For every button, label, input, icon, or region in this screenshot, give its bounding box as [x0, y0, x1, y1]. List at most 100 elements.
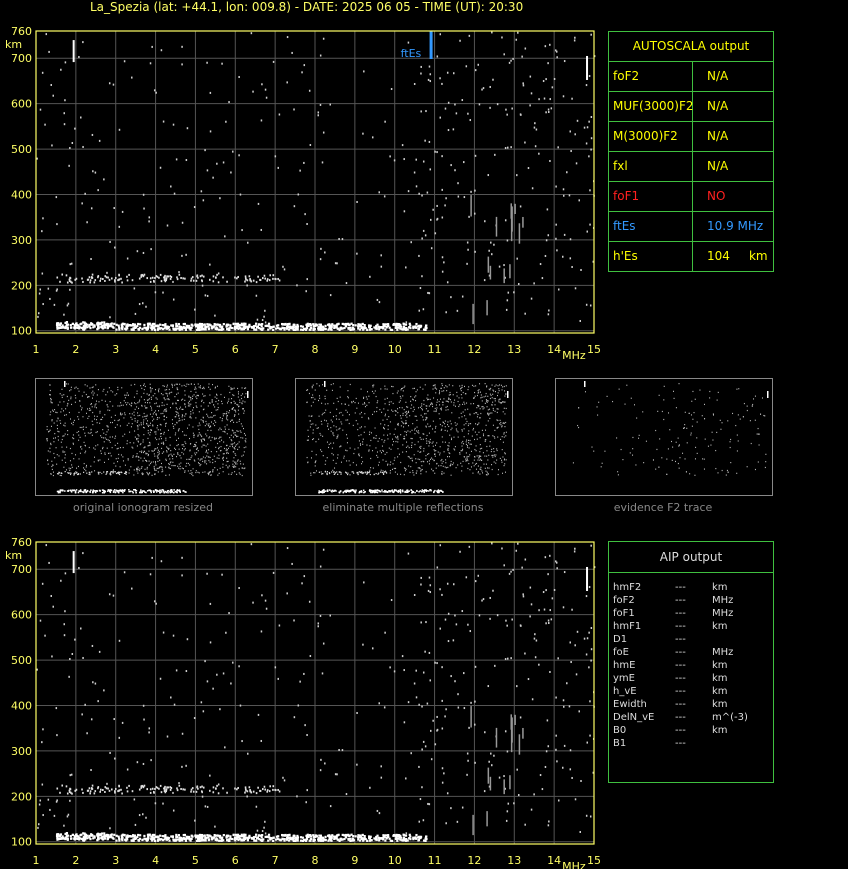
noise-point	[491, 253, 493, 256]
thumb-noise	[202, 444, 204, 446]
thumb-es-trace	[135, 491, 137, 494]
noise-point	[538, 152, 540, 155]
thumb-noise	[674, 460, 676, 463]
noise-point	[155, 602, 157, 605]
thumb-noise	[439, 446, 441, 448]
thumb-noise	[208, 459, 210, 462]
thumb-noise	[638, 434, 640, 436]
thumb-noise	[180, 457, 182, 459]
thumb-noise	[334, 472, 336, 474]
thumb-es-trace	[58, 490, 60, 493]
noise-point	[441, 82, 443, 85]
thumb-noise	[176, 408, 178, 410]
thumb-noise	[318, 399, 320, 402]
thumb-noise	[80, 409, 82, 411]
thumb-noise	[411, 446, 413, 449]
noise-point	[583, 637, 586, 640]
thumb-es-trace	[328, 489, 331, 491]
noise-point	[463, 161, 465, 164]
es-trace-point	[111, 325, 114, 328]
thumb-noise	[143, 384, 145, 387]
thumb-noise	[411, 442, 413, 444]
es-trace-point	[232, 322, 235, 325]
thumb-noise	[172, 403, 174, 405]
f-trace-point	[252, 279, 255, 282]
noise-point	[39, 799, 42, 802]
thumb-noise	[736, 388, 738, 390]
thumb-noise	[306, 401, 308, 403]
f-trace-point	[91, 273, 94, 276]
noise-point	[562, 699, 565, 702]
thumb-noise	[457, 400, 459, 403]
thumb-noise	[160, 435, 162, 438]
thumb-noise	[182, 408, 184, 411]
noise-point	[474, 761, 476, 764]
thumb-noise	[332, 432, 334, 434]
thumb-noise	[128, 422, 130, 424]
thumb-noise	[463, 443, 465, 445]
thumb-noise	[324, 419, 326, 421]
thumb-noise	[578, 407, 580, 409]
thumb-noise	[104, 437, 106, 439]
thumb-noise	[362, 441, 364, 443]
thumb-noise	[449, 452, 451, 455]
noise-point	[544, 765, 547, 768]
thumb-noise	[431, 403, 433, 405]
thumb-noise	[463, 436, 465, 438]
thumb-noise	[470, 450, 472, 452]
thumb-noise	[505, 385, 507, 387]
thumb-noise	[71, 452, 73, 455]
thumb-noise	[419, 406, 421, 408]
thumb-noise	[412, 387, 414, 390]
noise-point	[162, 631, 165, 634]
thumb-noise	[233, 451, 235, 453]
noise-point	[317, 111, 320, 114]
thumb-noise	[75, 471, 77, 473]
thumb-noise	[393, 440, 395, 443]
noise-point	[277, 677, 279, 680]
noise-point	[529, 586, 532, 589]
thumb-noise	[503, 422, 505, 425]
thumb-noise	[185, 413, 187, 415]
noise-point	[491, 764, 493, 767]
thumb-noise	[405, 451, 407, 453]
f-trace-point	[176, 276, 178, 279]
thumb-noise	[417, 431, 419, 433]
noise-point	[383, 706, 386, 709]
thumb-es-trace	[115, 489, 118, 492]
thumb-noise	[161, 402, 163, 404]
thumb-noise	[466, 457, 468, 459]
noise-point	[498, 776, 501, 779]
thumb-noise	[154, 392, 156, 395]
thumb-noise	[141, 405, 143, 407]
ionogram-bottom: 100200300400500600700760km1 2 3 4 5 6 7 8 9 10 11 1…	[5, 536, 600, 869]
noise-point	[488, 249, 490, 252]
noise-point	[41, 741, 43, 744]
noise-point	[574, 133, 576, 136]
noise-point	[241, 740, 243, 743]
thumb-noise	[92, 411, 94, 414]
thumb-noise	[214, 467, 216, 469]
thumb-noise	[85, 412, 87, 414]
noise-point	[551, 597, 554, 600]
es-trace-point	[306, 323, 309, 326]
thumb-noise	[444, 423, 446, 425]
thumb-noise	[455, 467, 457, 469]
thumb-es-trace	[132, 491, 134, 494]
es-trace-point	[366, 328, 369, 331]
thumb-noise	[434, 450, 436, 452]
thumb-noise	[684, 458, 686, 460]
noise-point	[545, 111, 547, 114]
thumb-f-trace	[357, 473, 359, 476]
noise-point	[118, 639, 121, 642]
thumb-noise	[189, 449, 191, 451]
thumb-noise	[112, 391, 114, 393]
es-trace-point	[163, 324, 166, 327]
noise-point	[380, 265, 383, 268]
noise-point	[322, 37, 325, 40]
thumb-noise	[157, 457, 159, 459]
thumb-noise	[452, 385, 454, 387]
thumb-noise	[196, 452, 198, 454]
thumb-noise	[484, 440, 486, 443]
thumb-noise	[434, 444, 436, 446]
